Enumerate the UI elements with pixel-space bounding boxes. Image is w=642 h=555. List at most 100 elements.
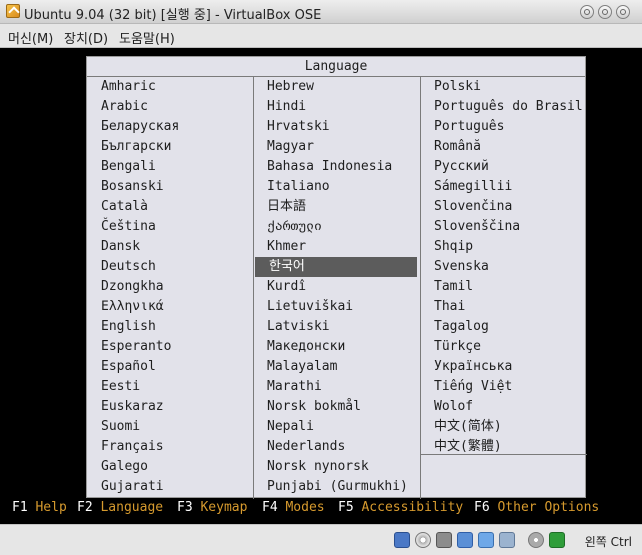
language-option[interactable]: Arabic xyxy=(87,97,253,117)
language-option[interactable]: Eesti xyxy=(87,377,253,397)
language-option[interactable]: Hebrew xyxy=(253,77,419,97)
function-key-label: Language xyxy=(92,500,164,515)
language-option[interactable]: Македонски xyxy=(253,337,419,357)
language-column-3: Polski Português do Brasil Português Română… xyxy=(420,77,586,457)
language-option[interactable]: Amharic xyxy=(87,77,253,97)
language-option[interactable]: Euskaraz xyxy=(87,397,253,417)
language-option[interactable]: Deutsch xyxy=(87,257,253,277)
language-option[interactable]: Khmer xyxy=(253,237,419,257)
language-option[interactable]: Norsk nynorsk xyxy=(253,457,419,477)
language-option[interactable]: Ελληνικά xyxy=(87,297,253,317)
shared-folder-icon[interactable] xyxy=(478,532,494,548)
language-option[interactable]: Tagalog xyxy=(420,317,586,337)
language-column-2: Hebrew Hindi Hrvatski Magyar Bahasa Indonesi… xyxy=(253,77,419,497)
language-option[interactable]: 中文(简体) xyxy=(420,417,586,437)
language-option[interactable]: Български xyxy=(87,137,253,157)
language-option[interactable]: Kurdî xyxy=(253,277,419,297)
function-key-f5[interactable]: F5 Accessibility xyxy=(338,500,463,515)
language-option[interactable]: Galego xyxy=(87,457,253,477)
language-option[interactable]: Polski xyxy=(420,77,586,97)
language-option[interactable]: Lietuviškai xyxy=(253,297,419,317)
language-option[interactable]: English xyxy=(87,317,253,337)
function-key-bar: F1 Help F2 Language F3 Keymap F4 Modes F5 Ac… xyxy=(0,498,642,520)
language-option[interactable]: Bengali xyxy=(87,157,253,177)
network-icon[interactable] xyxy=(457,532,473,548)
virtualbox-app-icon xyxy=(6,4,20,18)
function-key-code: F5 xyxy=(338,500,354,515)
vm-display[interactable]: Language Amharic Arabic Беларуская Българск… xyxy=(0,48,642,524)
language-option[interactable]: Sámegillii xyxy=(420,177,586,197)
language-option[interactable]: ქართული xyxy=(253,217,419,237)
language-option[interactable]: Svenska xyxy=(420,257,586,277)
function-key-f4[interactable]: F4 Modes xyxy=(262,500,325,515)
function-key-f1[interactable]: F1 Help xyxy=(12,500,67,515)
language-option[interactable]: Bahasa Indonesia xyxy=(253,157,419,177)
menu-devices[interactable]: 장치(D) xyxy=(64,28,108,47)
language-option[interactable]: 中文(繁體) xyxy=(420,437,586,457)
status-bar: 왼쪽 Ctrl xyxy=(0,524,642,555)
language-option[interactable]: Čeština xyxy=(87,217,253,237)
function-key-code: F1 xyxy=(12,500,28,515)
maximize-button[interactable] xyxy=(598,5,612,19)
language-option[interactable]: Esperanto xyxy=(87,337,253,357)
minimize-button[interactable] xyxy=(580,5,594,19)
window-title: Ubuntu 9.04 (32 bit) [실행 중] - VirtualBox… xyxy=(24,8,322,23)
language-option[interactable]: Nederlands xyxy=(253,437,419,457)
language-option[interactable]: 한국어 xyxy=(255,257,417,277)
language-option[interactable]: Русский xyxy=(420,157,586,177)
language-option[interactable]: Català xyxy=(87,197,253,217)
language-option[interactable]: Português do Brasil xyxy=(420,97,586,117)
language-option[interactable]: Gujarati xyxy=(87,477,253,497)
function-key-label: Modes xyxy=(277,500,325,515)
language-option[interactable]: Italiano xyxy=(253,177,419,197)
language-option[interactable]: Dzongkha xyxy=(87,277,253,297)
menu-bar: 머신(M) 장치(D) 도움말(H) xyxy=(0,24,642,48)
language-option[interactable]: Slovenščina xyxy=(420,217,586,237)
language-option[interactable]: Français xyxy=(87,437,253,457)
language-option[interactable]: Español xyxy=(87,357,253,377)
close-button[interactable] xyxy=(616,5,630,19)
language-option[interactable]: Magyar xyxy=(253,137,419,157)
language-option[interactable]: Türkçe xyxy=(420,337,586,357)
cd-icon[interactable] xyxy=(415,532,431,548)
floppy-icon[interactable] xyxy=(436,532,452,548)
language-option[interactable]: Marathi xyxy=(253,377,419,397)
host-key-icon[interactable] xyxy=(549,532,565,548)
title-bar: Ubuntu 9.04 (32 bit) [실행 중] - VirtualBox… xyxy=(0,0,642,24)
language-option[interactable]: 日本語 xyxy=(253,197,419,217)
menu-machine[interactable]: 머신(M) xyxy=(8,28,53,47)
language-option[interactable]: Thai xyxy=(420,297,586,317)
language-option[interactable]: Nepali xyxy=(253,417,419,437)
language-option[interactable]: Wolof xyxy=(420,397,586,417)
function-key-code: F4 xyxy=(262,500,278,515)
language-option[interactable]: Bosanski xyxy=(87,177,253,197)
language-option[interactable]: Punjabi (Gurmukhi) xyxy=(253,477,419,497)
mouse-integration-icon[interactable] xyxy=(528,532,544,548)
language-option[interactable]: Português xyxy=(420,117,586,137)
language-option[interactable]: Tiếng Việt xyxy=(420,377,586,397)
language-option[interactable]: Norsk bokmål xyxy=(253,397,419,417)
language-option[interactable]: Tamil xyxy=(420,277,586,297)
language-option[interactable]: Українська xyxy=(420,357,586,377)
function-key-f6[interactable]: F6 Other Options xyxy=(474,500,599,515)
usb-icon[interactable] xyxy=(499,532,515,548)
function-key-f2[interactable]: F2 Language xyxy=(77,500,163,515)
language-option[interactable]: Hindi xyxy=(253,97,419,117)
language-option[interactable]: Hrvatski xyxy=(253,117,419,137)
host-key-label: 왼쪽 Ctrl xyxy=(584,535,632,549)
function-key-label: Accessibility xyxy=(353,500,464,515)
language-option[interactable]: Suomi xyxy=(87,417,253,437)
language-option[interactable]: Shqip xyxy=(420,237,586,257)
function-key-f3[interactable]: F3 Keymap xyxy=(177,500,247,515)
language-option[interactable]: Slovenčina xyxy=(420,197,586,217)
language-option[interactable]: Dansk xyxy=(87,237,253,257)
language-option[interactable]: Malayalam xyxy=(253,357,419,377)
language-option[interactable]: Latviski xyxy=(253,317,419,337)
language-option[interactable]: Беларуская xyxy=(87,117,253,137)
function-key-label: Keymap xyxy=(192,500,248,515)
function-key-code: F3 xyxy=(177,500,193,515)
hard-disk-icon[interactable] xyxy=(394,532,410,548)
function-key-code: F6 xyxy=(474,500,490,515)
language-option[interactable]: Română xyxy=(420,137,586,157)
menu-help[interactable]: 도움말(H) xyxy=(119,28,175,47)
